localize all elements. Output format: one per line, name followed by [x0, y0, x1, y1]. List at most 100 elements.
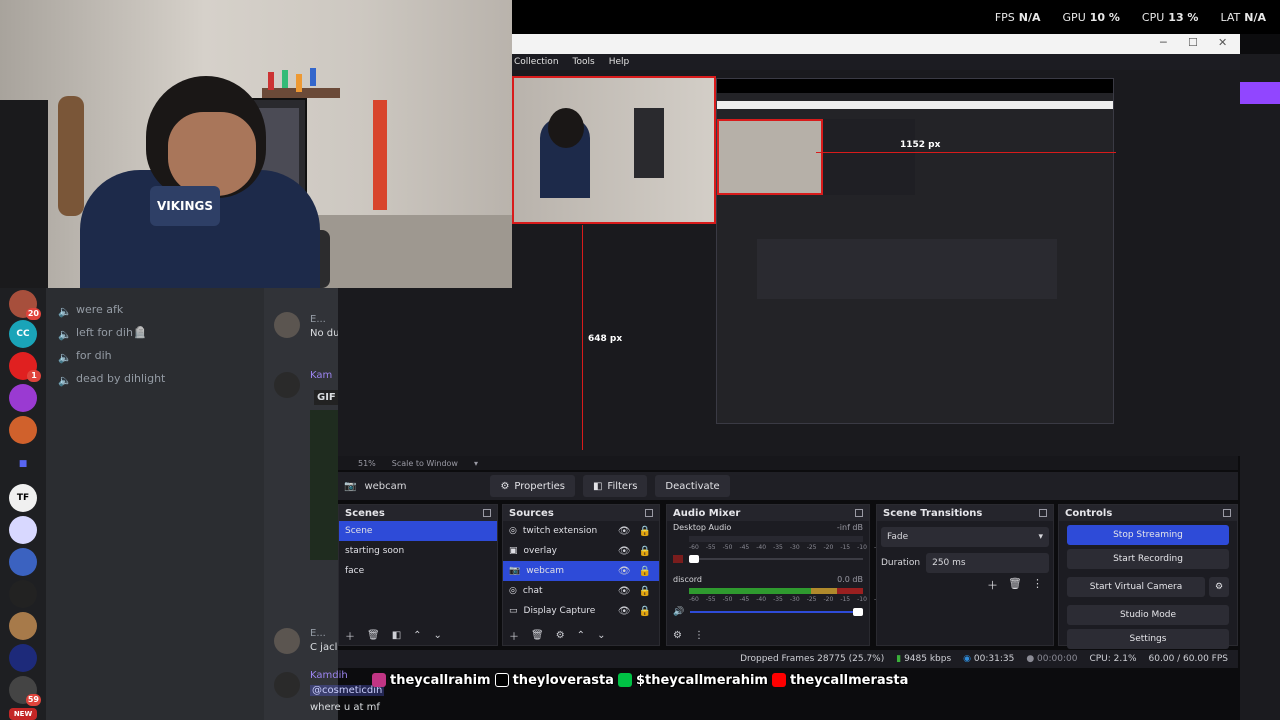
source-item[interactable]: ▭ Display Capture 👁 🔒 — [503, 601, 659, 621]
duration-input[interactable]: 250 ms — [926, 553, 1049, 573]
undock-icon[interactable] — [855, 509, 863, 517]
scene-item[interactable]: face — [339, 561, 497, 581]
source-item[interactable]: 📷 webcam 👁 🔒 — [503, 561, 659, 581]
speaker-icon[interactable]: 🔊 — [673, 607, 684, 617]
gif-embed[interactable]: GIF — [314, 390, 338, 405]
lock-icon[interactable]: 🔒 — [639, 546, 651, 557]
scale-mode[interactable]: Scale to Window — [392, 459, 458, 468]
obs-preview[interactable]: 1152 px 648 px — [512, 70, 1240, 456]
maximize-icon[interactable]: ☐ — [1188, 36, 1198, 49]
lock-icon[interactable]: 🔒 — [639, 586, 651, 597]
arrow-down-icon[interactable]: ⌄ — [434, 630, 442, 641]
server-icon[interactable] — [9, 612, 37, 640]
volume-slider[interactable] — [690, 608, 863, 616]
avatar[interactable] — [274, 312, 300, 338]
undock-icon[interactable] — [645, 509, 653, 517]
controls-dock: Controls Stop Streaming Start Recording … — [1058, 504, 1238, 649]
gear-icon[interactable]: ⚙ — [673, 630, 682, 641]
start-recording-button[interactable]: Start Recording — [1067, 549, 1229, 569]
menu-dots-icon[interactable]: ⋮ — [1032, 577, 1043, 593]
menu-tools[interactable]: Tools — [573, 57, 595, 67]
server-icon[interactable]: CC — [9, 320, 37, 348]
gear-icon: ⚙ — [500, 480, 510, 492]
transition-select[interactable]: Fade ▾ — [881, 527, 1049, 547]
mute-icon[interactable] — [673, 555, 683, 563]
settings-button[interactable]: Settings — [1067, 629, 1229, 649]
add-icon[interactable]: ＋ — [345, 628, 355, 643]
username[interactable]: E... — [310, 628, 326, 639]
duration-label: Duration — [881, 558, 921, 568]
stop-streaming-button[interactable]: Stop Streaming — [1067, 525, 1229, 545]
undock-icon[interactable] — [1223, 509, 1231, 517]
voice-channel[interactable]: 🔈 for dih — [46, 344, 264, 367]
lock-icon[interactable]: 🔒 — [639, 606, 651, 617]
zoom-level[interactable]: 51% — [358, 459, 376, 468]
server-icon[interactable] — [9, 516, 37, 544]
voice-channel[interactable]: 🔈 were afk — [46, 298, 264, 321]
username[interactable]: Kam — [310, 370, 332, 381]
menu-collection[interactable]: Collection — [514, 57, 559, 67]
eye-icon[interactable]: 👁 — [618, 586, 631, 597]
filter-icon[interactable]: ◧ — [392, 630, 401, 641]
add-icon[interactable]: ＋ — [987, 577, 998, 593]
avatar[interactable] — [274, 372, 300, 398]
source-item[interactable]: ◎ chat 👁 🔒 — [503, 581, 659, 601]
server-icon[interactable] — [9, 644, 37, 672]
minimize-icon[interactable]: ─ — [1160, 36, 1167, 49]
add-icon[interactable]: ＋ — [509, 628, 519, 643]
arrow-down-icon[interactable]: ⌄ — [597, 630, 605, 641]
scenes-dock: Scenes Scene starting soon face ＋ 🗑 ◧ ⌃ … — [338, 504, 498, 646]
source-item[interactable]: ▣ overlay 👁 🔒 — [503, 541, 659, 561]
username[interactable]: E... — [310, 314, 326, 325]
arrow-up-icon[interactable]: ⌃ — [413, 630, 421, 641]
eye-icon[interactable]: 👁 — [618, 606, 631, 617]
properties-button[interactable]: ⚙ Properties — [490, 475, 575, 497]
undock-icon[interactable] — [1039, 509, 1047, 517]
filters-button[interactable]: ◧ Filters — [582, 475, 648, 497]
speaker-icon: 🔈 — [58, 304, 72, 318]
close-icon[interactable]: ✕ — [1218, 36, 1227, 49]
voice-channel[interactable]: 🔈 left for dih🪦 — [46, 321, 264, 344]
server-icon[interactable] — [9, 548, 37, 576]
server-icon[interactable] — [9, 416, 37, 444]
server-icon[interactable]: 20 — [9, 290, 41, 320]
scene-item[interactable]: Scene — [339, 521, 497, 541]
deactivate-button[interactable]: Deactivate — [655, 475, 730, 497]
server-icon[interactable] — [9, 384, 37, 412]
chevron-down-icon[interactable]: ▾ — [474, 459, 478, 468]
youtube-server-icon[interactable]: 1 — [9, 352, 41, 382]
server-icon[interactable]: 59 — [9, 676, 41, 706]
keyboard-instrument — [0, 100, 48, 288]
server-icon[interactable]: TF — [9, 484, 37, 512]
undock-icon[interactable] — [483, 509, 491, 517]
eye-icon[interactable]: 👁 — [618, 566, 631, 577]
gear-icon[interactable]: ⚙ — [1209, 577, 1229, 597]
avatar[interactable] — [274, 628, 300, 654]
trash-icon[interactable]: 🗑 — [1008, 577, 1022, 593]
gear-icon[interactable]: ⚙ — [556, 630, 565, 641]
server-icon[interactable] — [9, 580, 37, 608]
message-text: where u at mf — [310, 702, 380, 713]
username[interactable]: Kamdih — [310, 670, 348, 681]
width-annotation: 1152 px — [900, 140, 941, 150]
trash-icon[interactable]: 🗑 — [367, 630, 380, 641]
folder-icon[interactable]: ■ — [9, 450, 37, 478]
voice-channel[interactable]: 🔈 dead by dihlight — [46, 367, 264, 390]
start-virtual-camera-button[interactable]: Start Virtual Camera — [1067, 577, 1205, 597]
scene-item[interactable]: starting soon — [339, 541, 497, 561]
lock-icon[interactable]: 🔒 — [639, 566, 651, 577]
menu-dots-icon[interactable]: ⋮ — [694, 630, 704, 641]
menu-help[interactable]: Help — [609, 57, 630, 67]
source-item[interactable]: ◎ twitch extension 👁 🔒 — [503, 521, 659, 541]
eye-icon[interactable]: 👁 — [618, 526, 631, 537]
lock-icon[interactable]: 🔒 — [639, 526, 651, 537]
arrow-up-icon[interactable]: ⌃ — [577, 630, 585, 641]
avatar[interactable] — [274, 672, 300, 698]
volume-slider[interactable] — [689, 555, 863, 563]
studio-mode-button[interactable]: Studio Mode — [1067, 605, 1229, 625]
filter-icon: ◧ — [592, 480, 603, 492]
signal-icon: ▮ — [896, 654, 902, 664]
new-badge[interactable]: NEW — [9, 708, 37, 720]
trash-icon[interactable]: 🗑 — [531, 630, 544, 641]
eye-icon[interactable]: 👁 — [618, 546, 631, 557]
